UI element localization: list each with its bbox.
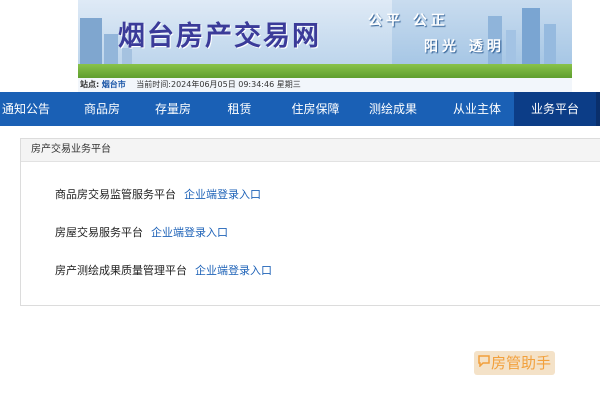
platform-name: 房屋交易服务平台	[55, 226, 143, 239]
nav-item-rental[interactable]: 租赁	[194, 92, 285, 126]
location-city-link[interactable]: 烟台市	[102, 80, 126, 89]
platform-row: 商品房交易监管服务平台 企业端登录入口	[55, 186, 261, 202]
nav-item-survey-results[interactable]: 测绘成果	[346, 92, 440, 126]
banner-grass	[78, 64, 572, 78]
nav-edge	[596, 92, 600, 126]
platform-row: 房产测绘成果质量管理平台 企业端登录入口	[55, 262, 272, 278]
nav-item-notice[interactable]: 通知公告	[0, 92, 52, 126]
platform-row: 房屋交易服务平台 企业端登录入口	[55, 224, 228, 240]
watermark-text: 房管助手	[491, 354, 552, 372]
platform-name: 房产测绘成果质量管理平台	[55, 264, 187, 277]
info-bar: 站点: 烟台市 当前时间:2024年06月05日 09:34:46 星期三	[78, 78, 572, 92]
main-nav: 通知公告 商品房 存量房 租赁 住房保障 测绘成果 从业主体 业务平台	[0, 92, 600, 126]
nav-item-second-hand[interactable]: 存量房	[152, 92, 194, 126]
housing-assistant-badge: 房管助手	[474, 351, 556, 375]
nav-item-new-housing[interactable]: 商品房	[52, 92, 152, 126]
nav-item-business-platform[interactable]: 业务平台	[514, 92, 596, 126]
nav-item-housing-security[interactable]: 住房保障	[285, 92, 346, 126]
site-title: 烟台房产交易网	[118, 21, 321, 52]
nav-item-practitioners[interactable]: 从业主体	[440, 92, 514, 126]
business-platform-panel: 房产交易业务平台 商品房交易监管服务平台 企业端登录入口 房屋交易服务平台 企业端登…	[20, 138, 600, 306]
chat-icon	[478, 351, 490, 375]
slogan-line-2: 阳光 透明	[424, 39, 505, 55]
enterprise-login-link[interactable]: 企业端登录入口	[184, 188, 261, 201]
panel-title: 房产交易业务平台	[21, 139, 600, 162]
platform-name: 商品房交易监管服务平台	[55, 188, 176, 201]
current-datetime: 当前时间:2024年06月05日 09:34:46 星期三	[136, 80, 301, 89]
location-label: 站点:	[80, 80, 100, 89]
enterprise-login-link[interactable]: 企业端登录入口	[195, 264, 272, 277]
enterprise-login-link[interactable]: 企业端登录入口	[151, 226, 228, 239]
slogan-line-1: 公平 公正	[368, 13, 449, 29]
